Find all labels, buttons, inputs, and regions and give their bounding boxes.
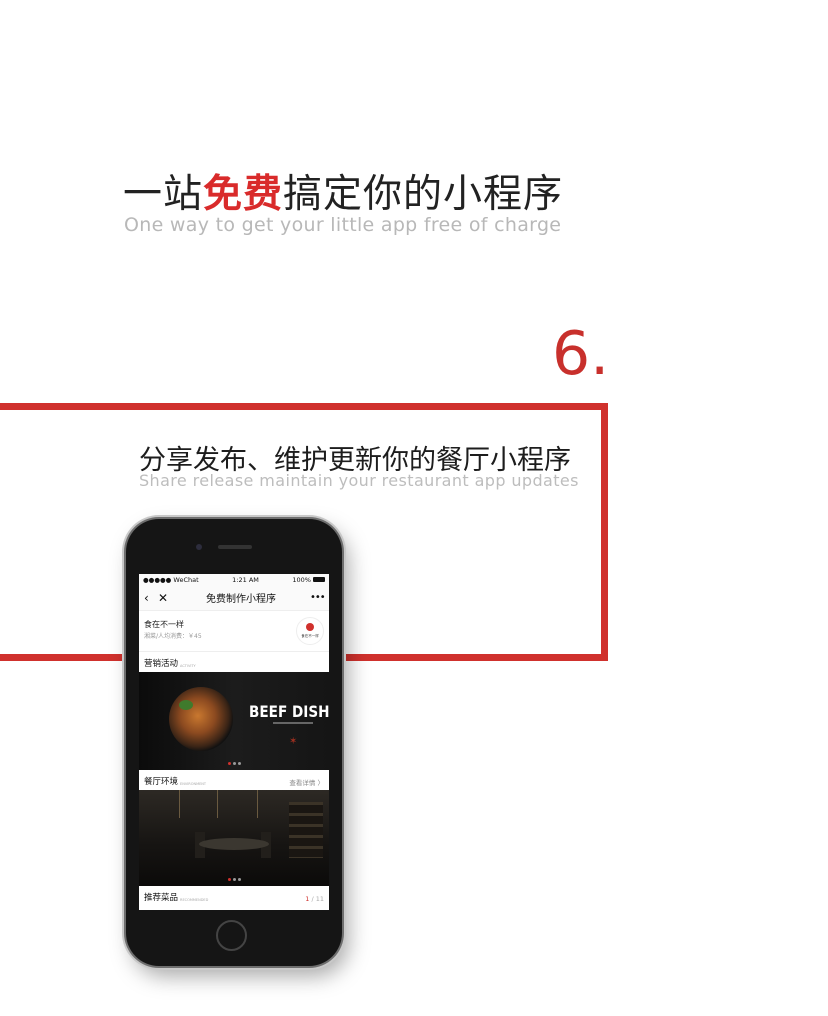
- nav-bar: ‹ ✕ 免费制作小程序 •••: [139, 585, 329, 611]
- close-icon[interactable]: ✕: [158, 591, 172, 605]
- pagination-dot-active[interactable]: [227, 762, 231, 765]
- logo-mark-icon: [306, 623, 314, 631]
- carrier-label: ●●●●● WeChat: [143, 575, 199, 584]
- phone-mockup: ●●●●● WeChat 1:21 AM 100% ‹ ✕ 免费制作小程序 ••…: [126, 519, 342, 966]
- pagination-dot[interactable]: [232, 878, 236, 881]
- logo-text: 食在不一样: [301, 634, 319, 638]
- headline-prefix: 一站: [123, 172, 204, 217]
- interior-pagination: [139, 878, 329, 881]
- beef-dish-image: [169, 687, 233, 751]
- feature-subtitle: Share release maintain your restaurant a…: [139, 471, 579, 490]
- phone-screen: ●●●●● WeChat 1:21 AM 100% ‹ ✕ 免费制作小程序 ••…: [139, 574, 329, 910]
- battery-indicator: 100%: [292, 576, 325, 584]
- pendant-lamp: [217, 790, 218, 818]
- banner-divider: [273, 722, 313, 724]
- star-anise-icon: ✶: [289, 736, 298, 747]
- recommended-list: [139, 906, 329, 910]
- pagination-dot[interactable]: [232, 762, 236, 765]
- step-number: 6.: [552, 319, 610, 389]
- front-camera: [196, 544, 202, 550]
- more-menu-icon[interactable]: •••: [310, 592, 326, 603]
- garnish-image: [179, 700, 193, 710]
- headline-suffix: 搞定你的小程序: [283, 172, 564, 217]
- marketing-subtitle: ACTIVITY: [180, 664, 196, 668]
- marketing-section-header: 营销活动 ACTIVITY: [139, 652, 329, 672]
- pager-total: / 11: [309, 895, 324, 903]
- pagination-dot[interactable]: [237, 762, 241, 765]
- environment-section-header: 餐厅环境 ENVIRONMENT 查看详情 〉: [139, 770, 329, 790]
- recommended-section-header: 推荐菜品 RECOMMENDED 1 / 11: [139, 886, 329, 906]
- marketing-title: 营销活动: [144, 659, 179, 669]
- store-name: 食在不一样: [144, 620, 184, 629]
- home-button[interactable]: [216, 920, 247, 951]
- pendant-lamp: [179, 790, 180, 818]
- store-meta: 湘菜/人均消费：￥45: [144, 633, 202, 640]
- earpiece-speaker: [218, 545, 252, 549]
- nav-title: 免费制作小程序: [206, 594, 276, 605]
- back-icon[interactable]: ‹: [144, 591, 158, 605]
- recommended-title: 推荐菜品: [144, 893, 179, 903]
- restaurant-interior-image[interactable]: [139, 790, 329, 886]
- environment-title: 餐厅环境: [144, 777, 179, 787]
- dining-table: [199, 838, 269, 850]
- battery-label: 100%: [292, 575, 311, 584]
- store-logo: 食在不一样: [296, 617, 324, 645]
- recommended-subtitle: RECOMMENDED: [180, 898, 209, 902]
- battery-icon: [312, 577, 325, 582]
- page-headline: 一站免费搞定你的小程序: [123, 163, 563, 219]
- view-details-link[interactable]: 查看详情 〉: [289, 777, 324, 787]
- clock-label: 1:21 AM: [232, 575, 259, 584]
- wall-shelf: [289, 802, 323, 858]
- page-subtitle: One way to get your little app free of c…: [124, 214, 562, 236]
- promo-banner[interactable]: BEEF DISHES ✶: [139, 672, 329, 770]
- store-info[interactable]: 食在不一样 湘菜/人均消费：￥45 食在不一样: [139, 611, 329, 652]
- pendant-lamp: [257, 790, 258, 818]
- pagination-dot-active[interactable]: [227, 878, 231, 881]
- status-bar: ●●●●● WeChat 1:21 AM 100%: [139, 574, 329, 585]
- pagination-dot[interactable]: [237, 878, 241, 881]
- headline-accent: 免费: [203, 172, 284, 217]
- banner-title: BEEF DISHES: [249, 702, 329, 721]
- banner-pagination: [139, 762, 329, 765]
- recommended-pager: 1 / 11: [305, 895, 324, 903]
- environment-subtitle: ENVIRONMENT: [180, 782, 207, 786]
